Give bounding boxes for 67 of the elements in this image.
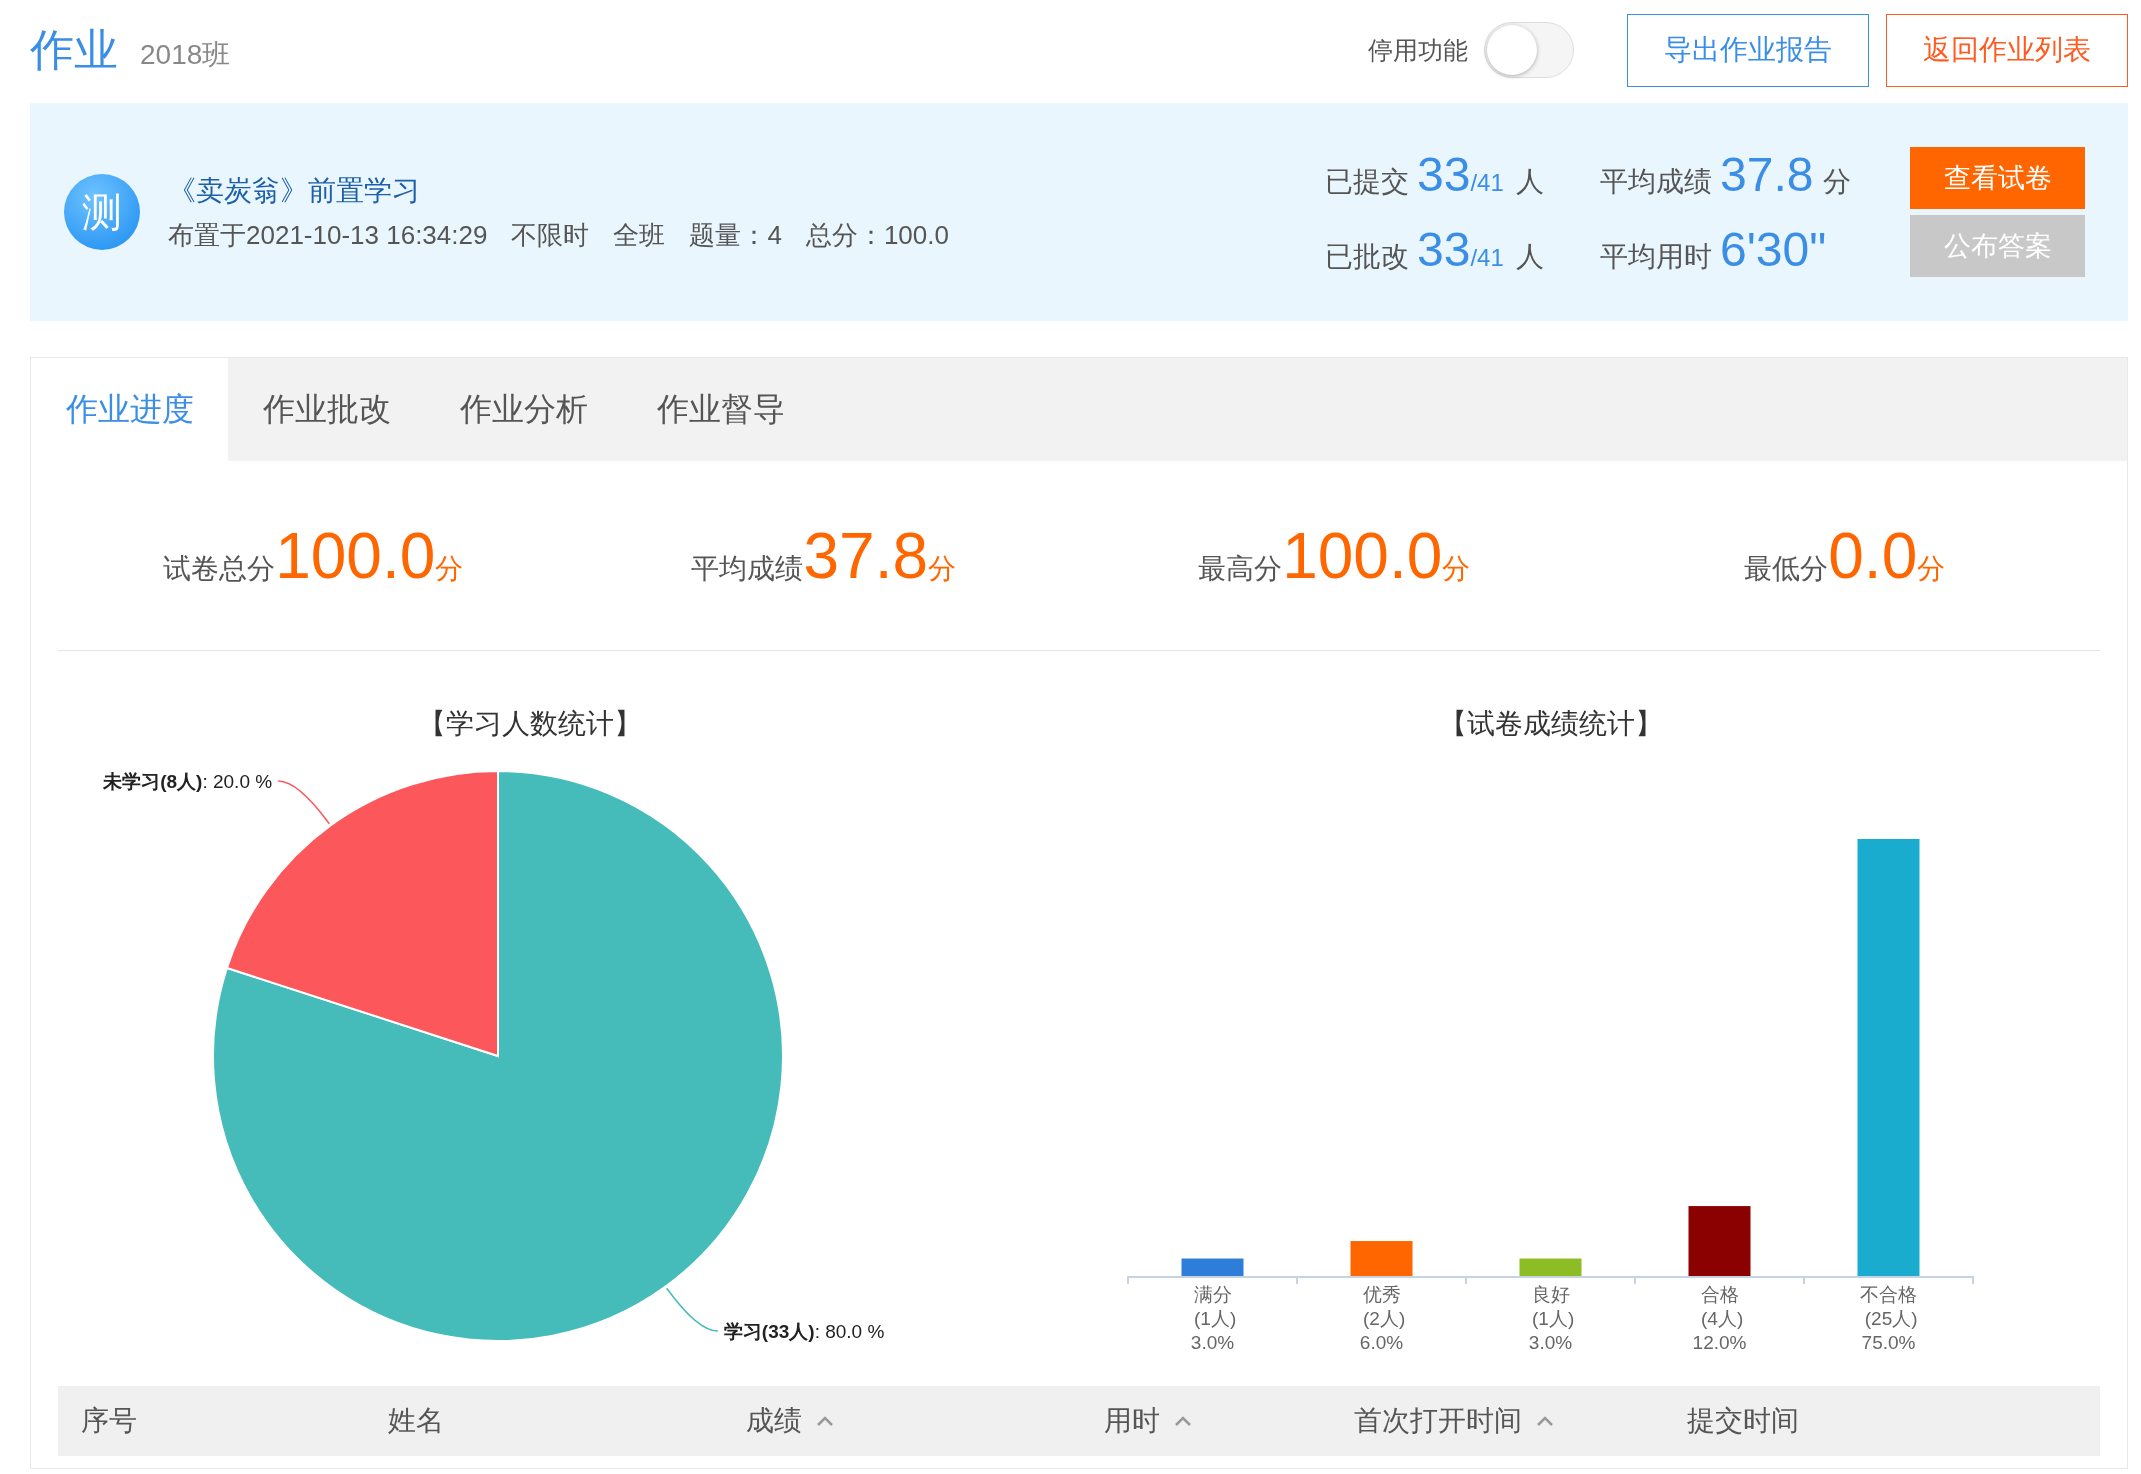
column-header[interactable]: 首次打开时间 bbox=[1354, 1402, 1522, 1440]
bar-value-label: 12.0% bbox=[1692, 1332, 1747, 1353]
summary-label: 最低分 bbox=[1744, 551, 1829, 586]
toggle-switch[interactable] bbox=[1484, 22, 1574, 78]
summary-unit: 分 bbox=[1442, 552, 1471, 586]
tab[interactable]: 作业督导 bbox=[622, 358, 819, 461]
tab[interactable]: 作业进度 bbox=[31, 358, 228, 461]
bar-category-label: 良好 (1人) bbox=[1531, 1284, 1575, 1329]
column-header: 序号 bbox=[81, 1404, 137, 1438]
slice-label: 学习(33人): 80.0 % bbox=[723, 1321, 884, 1343]
stat-label: 平均用时 bbox=[1600, 240, 1712, 274]
bar bbox=[1181, 1258, 1244, 1276]
stat-label: 已批改 bbox=[1325, 240, 1409, 274]
stat-label: 已提交 bbox=[1325, 165, 1409, 199]
stat-total: /41 bbox=[1470, 244, 1504, 272]
assignment-meta: 布置于2021-10-13 16:34:29 bbox=[168, 218, 488, 252]
bar bbox=[1688, 1206, 1751, 1276]
column-header: 提交时间 bbox=[1687, 1404, 1799, 1438]
column-header: 姓名 bbox=[388, 1404, 444, 1438]
bar bbox=[1519, 1258, 1582, 1276]
column-header[interactable]: 成绩 bbox=[746, 1402, 802, 1440]
stat-unit: 人 bbox=[1515, 240, 1544, 274]
leader-line bbox=[276, 780, 330, 825]
summary-label: 平均成绩 bbox=[691, 551, 804, 586]
stat-unit: 分 bbox=[1823, 165, 1852, 199]
assignment-meta: 总分：100.0 bbox=[805, 218, 949, 252]
assignment-meta: 题量：4 bbox=[689, 218, 782, 252]
summary-unit: 分 bbox=[1917, 552, 1946, 586]
summary-value: 100.0 bbox=[275, 518, 436, 593]
summary-label: 最高分 bbox=[1198, 551, 1283, 586]
bar-value-label: 3.0% bbox=[1528, 1332, 1573, 1353]
summary-value: 37.8 bbox=[803, 518, 929, 593]
bar-value-label: 3.0% bbox=[1190, 1332, 1235, 1353]
stat-value: 33 bbox=[1417, 147, 1471, 202]
summary-value: 0.0 bbox=[1828, 518, 1918, 593]
stat-label: 平均成绩 bbox=[1600, 165, 1712, 199]
bar-value-label: 75.0% bbox=[1861, 1332, 1916, 1353]
stat-value: 37.8 bbox=[1720, 147, 1814, 202]
summary-unit: 分 bbox=[435, 552, 464, 586]
page-title: 作业 bbox=[30, 23, 118, 76]
chart-title: 【学习人数统计】 bbox=[417, 707, 642, 741]
slice-label: 未学习(8人): 20.0 % bbox=[102, 770, 272, 792]
header-button[interactable]: 导出作业报告 bbox=[1627, 13, 1869, 87]
summary-unit: 分 bbox=[928, 552, 957, 586]
tab[interactable]: 作业分析 bbox=[425, 358, 622, 461]
bar bbox=[1350, 1241, 1413, 1276]
stat-value: 33 bbox=[1417, 222, 1471, 277]
class-name: 2018班 bbox=[140, 38, 231, 72]
assignment-meta: 不限时 bbox=[511, 218, 590, 252]
stat-value: 6'30" bbox=[1720, 222, 1827, 277]
stat-unit: 人 bbox=[1515, 165, 1544, 199]
bar-category-label: 合格 (4人) bbox=[1700, 1284, 1744, 1329]
stat-total: /41 bbox=[1470, 169, 1504, 197]
assignment-meta: 全班 bbox=[613, 218, 666, 252]
summary-value: 100.0 bbox=[1282, 518, 1443, 593]
bar-value-label: 6.0% bbox=[1359, 1332, 1404, 1353]
leader-line bbox=[665, 1287, 719, 1332]
chart-title: 【试卷成绩统计】 bbox=[1439, 707, 1663, 741]
bar-category-label: 优秀 (2人) bbox=[1362, 1284, 1406, 1329]
test-badge-icon: 测 bbox=[64, 174, 140, 250]
summary-label: 试卷总分 bbox=[163, 551, 276, 586]
assignment-title[interactable]: 《卖炭翁》前置学习 bbox=[168, 171, 949, 210]
column-header[interactable]: 用时 bbox=[1104, 1402, 1160, 1440]
bar-category-label: 不合格 (25人) bbox=[1860, 1284, 1918, 1329]
bar-category-label: 满分 (1人) bbox=[1193, 1284, 1237, 1329]
toggle-label: 停用功能 bbox=[1368, 34, 1468, 66]
tab[interactable]: 作业批改 bbox=[228, 358, 425, 461]
